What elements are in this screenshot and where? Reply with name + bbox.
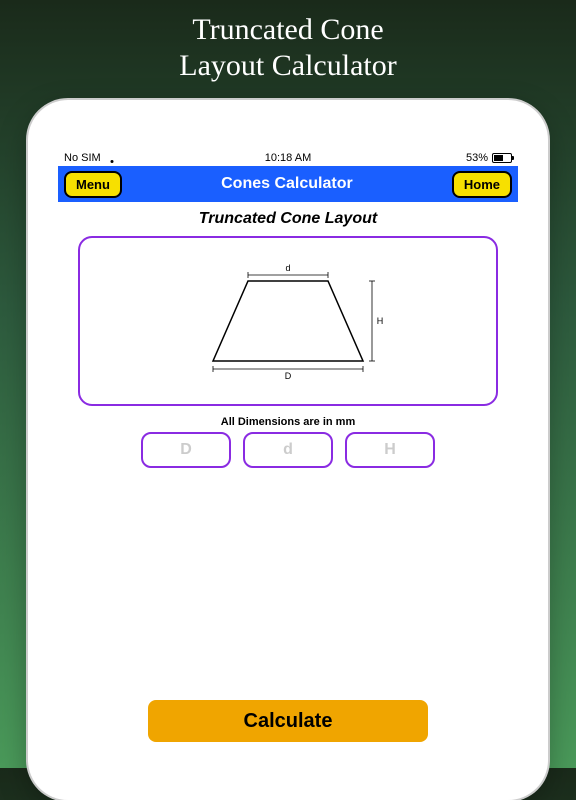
screen-title: Truncated Cone Layout xyxy=(58,202,518,232)
wifi-icon xyxy=(105,153,119,163)
input-small-d[interactable] xyxy=(243,432,333,468)
dimensions-note: All Dimensions are in mm xyxy=(58,410,518,432)
app-header: Menu Cones Calculator Home xyxy=(58,166,518,202)
menu-button[interactable]: Menu xyxy=(64,171,122,198)
battery-icon xyxy=(492,153,512,163)
calculate-button[interactable]: Calculate xyxy=(148,700,428,742)
label-d: d xyxy=(285,263,290,273)
input-big-d[interactable] xyxy=(141,432,231,468)
promo-line1: Truncated Cone xyxy=(0,12,576,48)
promo-title: Truncated Cone Layout Calculator xyxy=(0,0,576,92)
input-h[interactable] xyxy=(345,432,435,468)
input-row xyxy=(58,432,518,468)
label-h: H xyxy=(377,316,384,326)
clock-text: 10:18 AM xyxy=(265,152,311,164)
battery-text: 53% xyxy=(466,152,488,164)
promo-line2: Layout Calculator xyxy=(0,48,576,84)
tablet-frame: No SIM 10:18 AM 53% Menu Cones Calculato… xyxy=(28,100,548,800)
diagram-box: d D H xyxy=(78,236,498,406)
label-big-d: D xyxy=(285,371,292,381)
cone-diagram: d D H xyxy=(188,261,388,381)
status-bar: No SIM 10:18 AM 53% xyxy=(58,150,518,166)
carrier-text: No SIM xyxy=(64,152,101,164)
home-button[interactable]: Home xyxy=(452,171,512,198)
app-screen: No SIM 10:18 AM 53% Menu Cones Calculato… xyxy=(58,150,518,750)
header-title: Cones Calculator xyxy=(221,175,353,193)
